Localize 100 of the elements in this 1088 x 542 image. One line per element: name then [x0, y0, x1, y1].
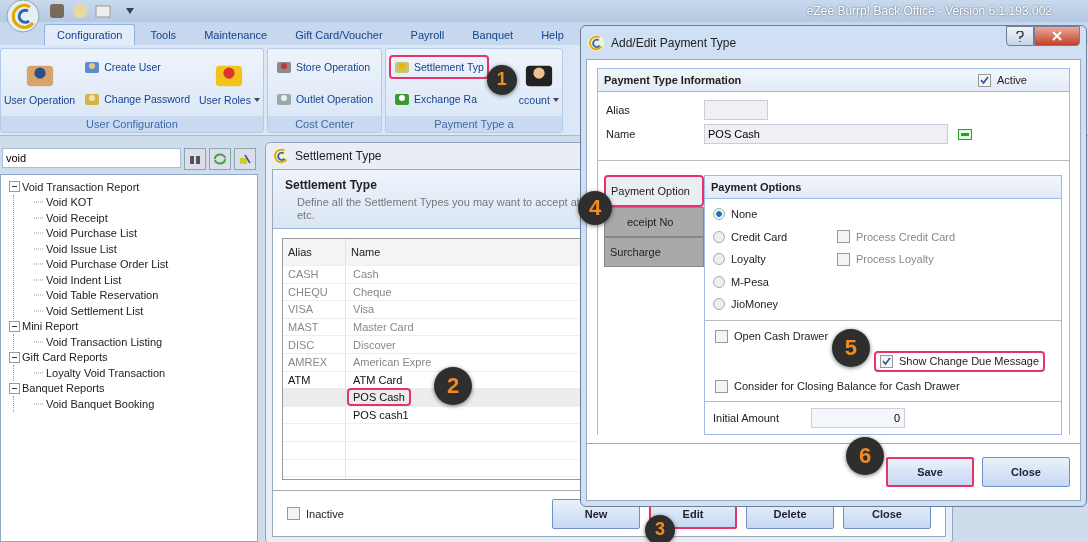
group-label: Cost Center [267, 116, 381, 132]
table-cell: VISA [288, 303, 314, 316]
help-icon[interactable] [1006, 26, 1034, 46]
collapse-icon[interactable] [9, 351, 20, 363]
checkbox[interactable] [978, 73, 992, 87]
side-tab[interactable]: Surcharge [604, 237, 704, 267]
text-field[interactable] [704, 100, 768, 120]
group-label: User Configuration [1, 116, 263, 132]
table-cell: CHEQU [288, 285, 328, 298]
action-button[interactable]: Close [982, 456, 1070, 487]
action-button[interactable]: Save [886, 456, 974, 487]
checkbox-label: Process Credit Card [856, 230, 956, 243]
logo-icon [587, 33, 605, 52]
collapse-icon[interactable] [9, 181, 20, 193]
checkbox-label: Consider for Closing Balance for Cash Drawer [734, 380, 960, 392]
tree-item[interactable]: Void Purchase Order List [46, 258, 169, 271]
checkbox-label: Open Cash Drawer [734, 330, 829, 342]
search-field[interactable]: void [2, 148, 182, 168]
tree-item[interactable]: Void Table Reservation [46, 289, 159, 302]
description: Define all the Settlement Types you may want to accept at [297, 196, 580, 209]
checkbox[interactable] [287, 507, 300, 520]
tree-item[interactable]: Void Purchase List [46, 227, 138, 240]
ribbon-button[interactable]: Store Operation [270, 54, 376, 79]
ribbon-button[interactable]: ccount [518, 59, 559, 106]
caret-icon [552, 97, 559, 102]
radio-icon[interactable] [713, 208, 725, 221]
amount-field[interactable]: 0 [811, 407, 905, 428]
radio-icon[interactable] [713, 275, 725, 288]
radio-option[interactable]: M-Pesa [713, 275, 831, 288]
callout-badge: 6 [846, 436, 884, 475]
collapse-icon[interactable] [9, 382, 20, 394]
table-cell-text: ATM Card [352, 372, 404, 388]
menu-tab[interactable]: Help [528, 24, 577, 45]
section-title: Settlement Type [285, 178, 377, 192]
callout-badge: 5 [831, 328, 870, 367]
side-tab[interactable]: Payment Option [604, 175, 704, 207]
tree-item[interactable]: Gift Card Reports [22, 351, 108, 364]
section-title: Payment Type Information [604, 74, 742, 86]
callout-badge: 2 [434, 367, 472, 406]
menu-tab[interactable]: Banquet [459, 24, 527, 45]
tree-item[interactable]: Void Issue List [46, 242, 117, 255]
menu-tab[interactable]: Configuration [44, 24, 136, 45]
menu-tab[interactable]: Payroll [397, 24, 458, 45]
ribbon-button[interactable]: User Operation [4, 59, 76, 106]
ribbon-button[interactable]: Settlement Typ [389, 54, 489, 79]
ribbon-button[interactable]: Create User [79, 54, 166, 79]
caret-icon [253, 97, 260, 102]
radio-option[interactable]: None [713, 208, 831, 221]
ribbon-button[interactable]: Outlet Operation [270, 86, 378, 111]
ribbon-button[interactable]: Change Password [79, 86, 195, 111]
radio-icon[interactable] [713, 230, 725, 243]
close-icon[interactable] [1034, 26, 1080, 46]
window-title: Settlement Type [295, 149, 382, 163]
checkbox[interactable] [879, 354, 893, 368]
tree-item[interactable]: Void Banquet Booking [46, 397, 155, 410]
field-label: Alias [606, 104, 631, 116]
checkbox[interactable] [715, 379, 728, 393]
radio-icon[interactable] [713, 298, 725, 311]
menu-tab[interactable]: Gift Card/Voucher [282, 24, 396, 45]
checkbox-label: Active [997, 74, 1027, 86]
radio-icon[interactable] [713, 253, 725, 266]
tree-item[interactable]: Void Settlement List [46, 304, 144, 317]
table-cell: MAST [288, 321, 319, 334]
table-cell-text: Master Card [352, 320, 415, 336]
checkbox-label: Process Loyalty [856, 253, 934, 266]
menu-tab[interactable]: Maintenance [191, 24, 281, 45]
tree-item[interactable]: Void Transaction Report [22, 180, 140, 193]
tree-item[interactable]: Void Transaction Listing [46, 335, 163, 348]
checkbox-label: Inactive [306, 507, 344, 520]
logo-icon [272, 147, 290, 165]
callout-badge: 1 [486, 64, 517, 95]
tree-item[interactable]: Mini Report [22, 320, 79, 333]
text-field[interactable]: POS Cash [704, 124, 948, 144]
tree-item[interactable]: Void Receipt [46, 211, 108, 224]
ribbon-button[interactable]: Exchange Ra [389, 86, 483, 111]
table-cell-text: Discover [352, 337, 397, 353]
radio-option[interactable]: JioMoney [713, 298, 831, 311]
table-cell: CASH [288, 268, 319, 281]
tree-item[interactable]: Void KOT [46, 196, 94, 209]
collapse-icon[interactable] [9, 320, 20, 332]
field-label: Name [606, 128, 637, 140]
section-title: Payment Options [711, 181, 802, 193]
table-cell-text: Cheque [352, 284, 393, 300]
table-cell-text: POS cash1 [352, 408, 410, 424]
field-label: Initial Amount [713, 411, 781, 424]
table-cell: DISC [288, 338, 315, 351]
table-cell: ATM [288, 373, 311, 386]
callout-badge: 4 [578, 191, 612, 225]
column-header[interactable]: Alias [283, 239, 346, 265]
table-cell-text: Cash [352, 267, 380, 283]
tree-item[interactable]: Banquet Reports [22, 382, 105, 395]
checkbox-label: Show Change Due Message [898, 355, 1039, 367]
ribbon-button[interactable]: User Roles [199, 59, 260, 106]
checkbox[interactable] [715, 329, 728, 343]
tree-item[interactable]: Loyalty Void Transaction [46, 366, 166, 379]
menu-tab[interactable]: Tools [137, 24, 190, 45]
dropdown-icon[interactable] [126, 8, 134, 14]
side-tab[interactable]: eceipt No [604, 207, 704, 237]
tree-item[interactable]: Void Indent List [46, 273, 122, 286]
table-cell: AMREX [288, 356, 328, 369]
